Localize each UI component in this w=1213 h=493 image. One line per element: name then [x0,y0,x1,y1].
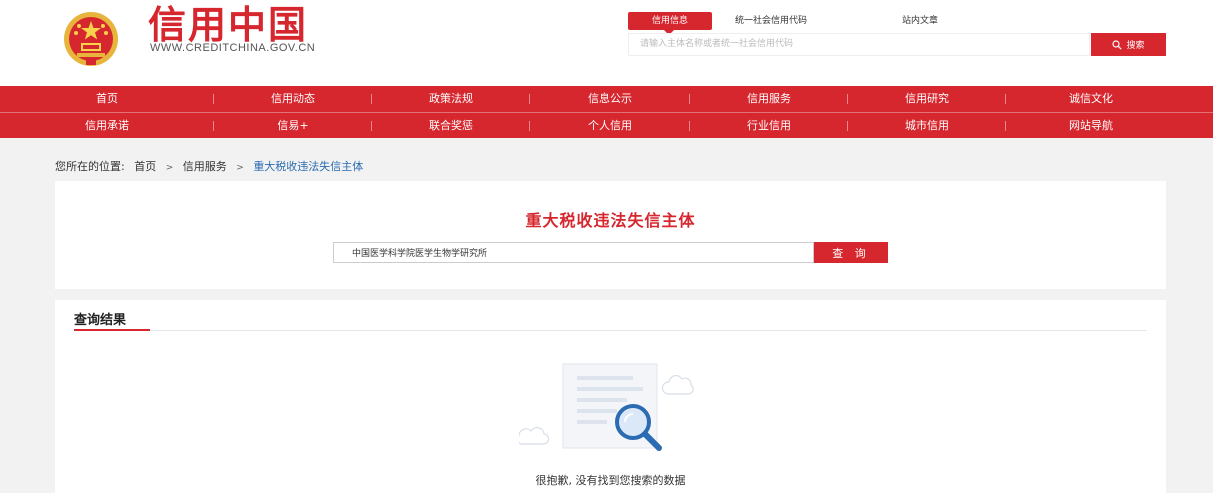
results-title: 查询结果 [74,313,127,328]
query-panel: 重大税收违法失信主体 查 询 [55,181,1166,289]
main-navigation: 首页 信用动态 政策法规 信息公示 信用服务 信用研究 诚信文化 信用承诺 信易… [0,86,1213,138]
breadcrumb-credit-service-link[interactable]: 信用服务 [183,160,227,173]
nav-item-credit-news[interactable]: 信用动态 [214,86,372,111]
query-button[interactable]: 查 询 [814,242,888,263]
nav-item-credit-pledge[interactable]: 信用承诺 [0,113,214,138]
nav-item-label: 政策法规 [429,92,473,105]
nav-item-label: 信息公示 [588,92,632,105]
results-panel: 查询结果 很抱歉, 没有找到您搜索的数据 [55,300,1166,493]
national-emblem-icon[interactable] [62,9,120,67]
nav-item-label: 信用研究 [905,92,949,105]
nav-item-label: 诚信文化 [1069,92,1113,105]
nav-item-label: 个人信用 [588,119,632,132]
nav-row-primary: 首页 信用动态 政策法规 信息公示 信用服务 信用研究 诚信文化 [0,86,1213,111]
results-title-underline [74,329,150,331]
breadcrumb-home-link[interactable]: 首页 [134,160,156,173]
nav-item-disclosure[interactable]: 信息公示 [530,86,690,111]
query-input[interactable] [333,242,814,263]
nav-item-credit-research[interactable]: 信用研究 [848,86,1006,111]
breadcrumb: 您所在的位置: 首页 > 信用服务 > 重大税收违法失信主体 [55,158,363,174]
breadcrumb-separator: > [236,163,244,173]
nav-item-home[interactable]: 首页 [0,86,214,111]
nav-item-label: 网站导航 [1069,119,1113,132]
no-results-illustration-icon [519,363,694,451]
nav-item-city-credit[interactable]: 城市信用 [848,113,1006,138]
site-logo-url: WWW.CREDITCHINA.GOV.CN [150,42,316,54]
nav-item-label: 行业信用 [747,119,791,132]
breadcrumb-prefix: 您所在的位置: [55,160,125,173]
tab-site-articles[interactable]: 站内文章 [902,12,938,30]
site-logo-title[interactable]: 信用中国 [148,3,308,47]
nav-item-personal-credit[interactable]: 个人信用 [530,113,690,138]
breadcrumb-separator: > [165,163,174,173]
nav-item-policy[interactable]: 政策法规 [372,86,530,111]
nav-item-integrity-culture[interactable]: 诚信文化 [1006,86,1176,111]
breadcrumb-current[interactable]: 重大税收违法失信主体 [253,160,363,173]
header-search-button-label: 搜索 [1126,41,1145,51]
nav-row-secondary: 信用承诺 信易+ 联合奖惩 个人信用 行业信用 城市信用 网站导航 [0,112,1213,137]
nav-item-label: 联合奖惩 [429,119,473,132]
query-title: 重大税收违法失信主体 [525,211,696,230]
nav-item-label: 城市信用 [905,119,949,132]
site-header: 信用中国 WWW.CREDITCHINA.GOV.CN 信用信息 统一社会信用代… [0,0,1213,86]
nav-item-label: 信用服务 [747,92,791,105]
nav-item-credit-service[interactable]: 信用服务 [690,86,848,111]
tab-credit-info[interactable]: 信用信息 [628,12,712,35]
header-search-input[interactable] [628,33,1090,56]
nav-item-label: 信易+ [277,119,309,132]
tab-credit-code[interactable]: 统一社会信用代码 [735,12,807,30]
header-search-button[interactable]: 搜索 [1091,33,1166,56]
search-icon [1112,39,1123,50]
search-type-tabs: 信用信息 统一社会信用代码 站内文章 [628,12,1028,35]
nav-item-label: 信用动态 [271,92,315,105]
nav-item-xinyi-plus[interactable]: 信易+ [214,113,372,138]
nav-item-site-map[interactable]: 网站导航 [1006,113,1176,138]
results-divider [74,330,1147,331]
nav-item-label: 信用承诺 [85,119,129,132]
nav-item-joint-rewards[interactable]: 联合奖惩 [372,113,530,138]
empty-results-message: 很抱歉, 没有找到您搜索的数据 [535,474,686,487]
nav-item-industry-credit[interactable]: 行业信用 [690,113,848,138]
nav-item-label: 首页 [96,92,118,105]
